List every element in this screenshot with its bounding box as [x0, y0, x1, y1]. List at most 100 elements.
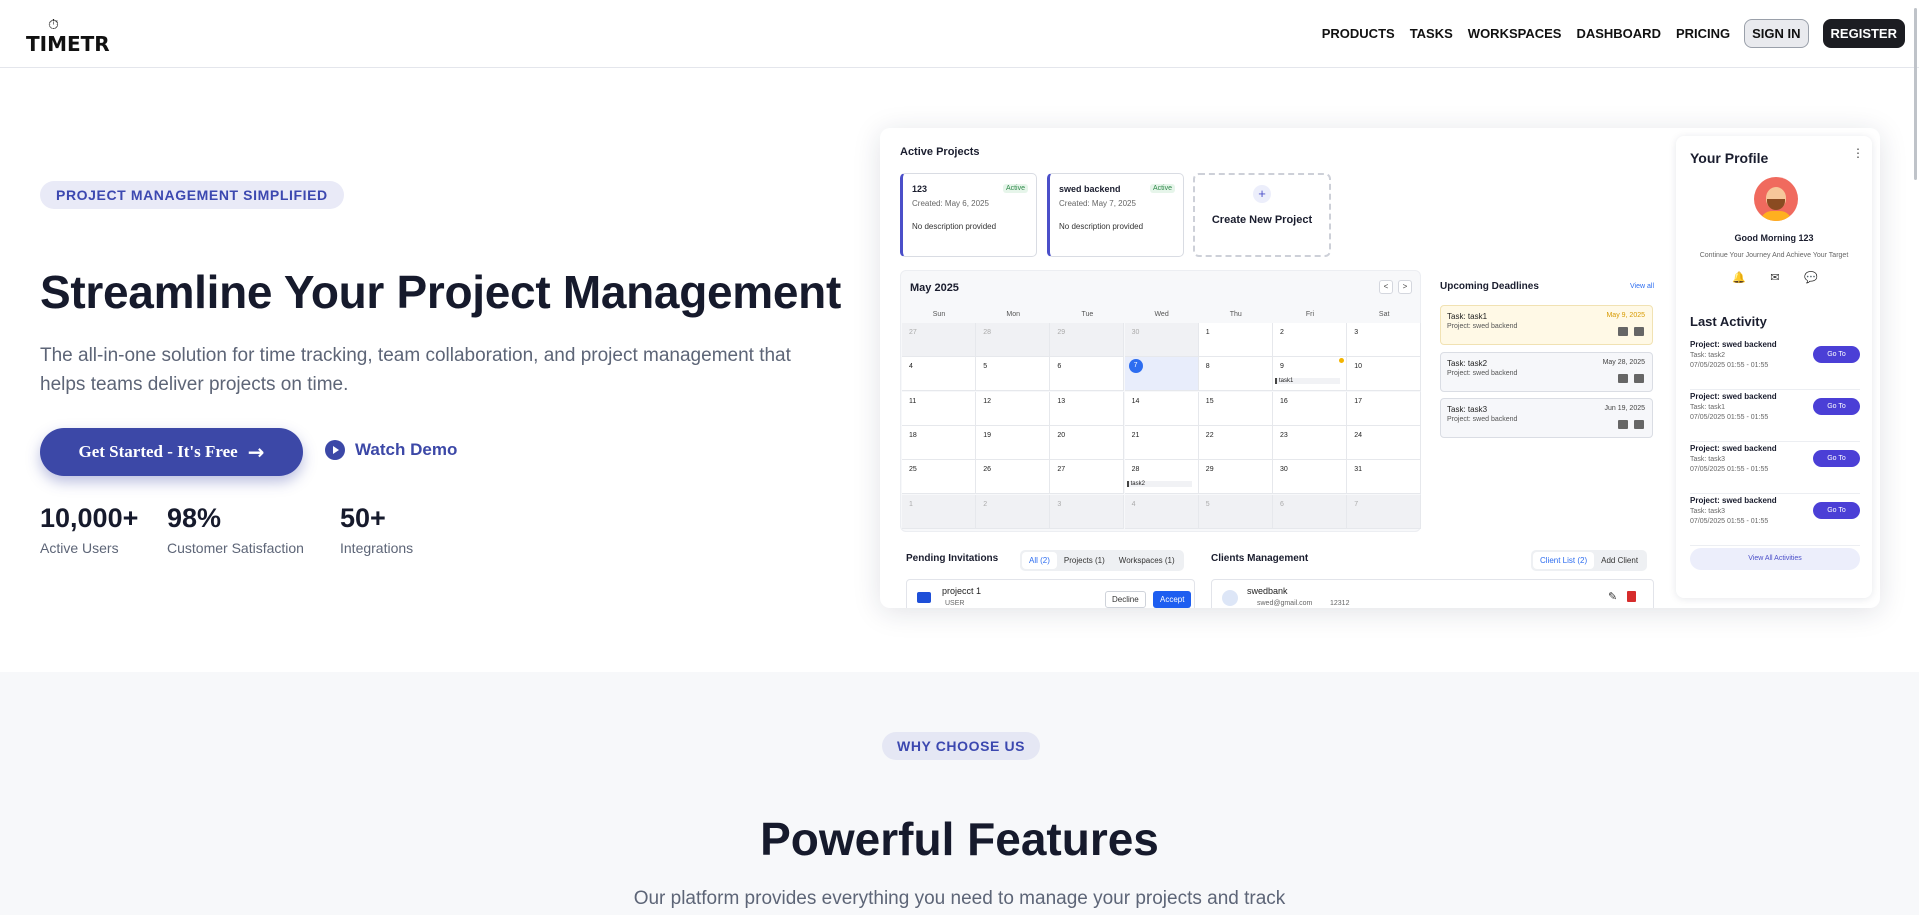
- day-number: 30: [1131, 329, 1140, 336]
- day-number: 14: [1131, 397, 1140, 405]
- invitation-tabs: All (2) Projects (1) Workspaces (1): [1020, 550, 1184, 571]
- calendar-day[interactable]: 6: [1050, 357, 1125, 392]
- calendar-day[interactable]: 27: [1050, 460, 1125, 495]
- calendar-day[interactable]: 23: [1273, 425, 1347, 460]
- create-project-button[interactable]: + Create New Project: [1193, 173, 1331, 257]
- go-to-button[interactable]: Go To: [1813, 450, 1860, 467]
- calendar-day[interactable]: 4: [1124, 494, 1199, 529]
- calendar-day[interactable]: 2: [976, 494, 1051, 529]
- go-to-button[interactable]: Go To: [1813, 346, 1860, 363]
- calendar-day[interactable]: 22: [1198, 425, 1273, 460]
- go-to-button[interactable]: Go To: [1813, 398, 1860, 415]
- edit-icon[interactable]: ✎: [1608, 590, 1617, 603]
- clipboard-icon[interactable]: [1634, 420, 1644, 429]
- nav-products[interactable]: PRODUCTS: [1322, 26, 1395, 41]
- calendar-task[interactable]: task1: [1275, 378, 1340, 385]
- folder-icon[interactable]: [1618, 420, 1628, 429]
- folder-icon[interactable]: [1618, 374, 1628, 383]
- logo[interactable]: ⏱ TIMETR: [26, 14, 110, 56]
- delete-icon[interactable]: [1627, 591, 1636, 602]
- more-options-icon[interactable]: ⋮: [1852, 146, 1864, 160]
- register-button[interactable]: REGISTER: [1822, 19, 1905, 48]
- nav-pricing[interactable]: PRICING: [1676, 26, 1730, 41]
- calendar-day[interactable]: 25: [902, 460, 976, 495]
- calendar-day[interactable]: 18: [902, 425, 976, 460]
- view-all-activities-button[interactable]: View All Activities: [1690, 548, 1860, 570]
- sign-in-button[interactable]: SIGN IN: [1744, 19, 1809, 48]
- scrollbar[interactable]: [1914, 8, 1917, 180]
- calendar-day[interactable]: 24: [1347, 425, 1422, 460]
- calendar-day[interactable]: 29: [1198, 460, 1273, 495]
- nav-dashboard[interactable]: DASHBOARD: [1576, 26, 1661, 41]
- accept-button[interactable]: Accept: [1153, 591, 1192, 608]
- day-number: 23: [1280, 431, 1288, 439]
- calendar-day[interactable]: 28: [976, 323, 1051, 357]
- tab-client-list[interactable]: Client List (2): [1533, 552, 1595, 569]
- clipboard-icon[interactable]: [1634, 327, 1644, 336]
- calendar-day[interactable]: 10: [1347, 357, 1422, 392]
- calendar-day[interactable]: 27: [902, 323, 976, 357]
- calendar-task[interactable]: task2: [1126, 481, 1192, 488]
- calendar-day[interactable]: 26: [976, 460, 1051, 495]
- day-number: 15: [1205, 397, 1214, 405]
- calendar-day[interactable]: 17: [1347, 391, 1422, 426]
- calendar-day[interactable]: 7: [1347, 494, 1422, 529]
- calendar-day[interactable]: 28 task2: [1124, 460, 1199, 495]
- calendar-month: May 2025: [910, 282, 959, 294]
- nav-workspaces[interactable]: WORKSPACES: [1468, 26, 1562, 41]
- calendar-day[interactable]: 29: [1050, 323, 1125, 357]
- nav-tasks[interactable]: TASKS: [1410, 26, 1453, 41]
- get-started-button[interactable]: Get Started - It's Free →: [40, 428, 303, 476]
- calendar-day[interactable]: 19: [976, 425, 1051, 460]
- calendar-day[interactable]: 6: [1273, 494, 1347, 529]
- calendar-day[interactable]: 2: [1273, 323, 1347, 357]
- calendar-day[interactable]: 1: [1198, 323, 1273, 357]
- bell-icon[interactable]: 🔔: [1732, 271, 1746, 284]
- calendar-day[interactable]: 14: [1124, 391, 1199, 426]
- calendar-day[interactable]: 30: [1124, 323, 1199, 357]
- calendar-day[interactable]: 30: [1273, 460, 1347, 495]
- day-number: 5: [1205, 500, 1210, 508]
- calendar-day[interactable]: 5: [976, 357, 1051, 392]
- next-month-button[interactable]: >: [1398, 280, 1412, 294]
- calendar-day[interactable]: 15: [1198, 391, 1273, 426]
- calendar-day[interactable]: 21: [1124, 425, 1199, 460]
- stat-users: 10,000+ Active Users: [40, 503, 138, 556]
- go-to-button[interactable]: Go To: [1813, 502, 1860, 519]
- calendar-day[interactable]: 3: [1347, 323, 1422, 357]
- chat-icon[interactable]: 💬: [1804, 271, 1818, 284]
- calendar-day[interactable]: 12: [976, 391, 1051, 426]
- calendar-day[interactable]: 31: [1347, 460, 1422, 495]
- decline-button[interactable]: Decline: [1105, 591, 1146, 608]
- calendar-day[interactable]: 9 task1: [1273, 357, 1347, 392]
- tab-workspaces[interactable]: Workspaces (1): [1112, 552, 1182, 569]
- calendar-day[interactable]: 4: [902, 357, 976, 392]
- weekday-label: Mon: [1006, 311, 1020, 318]
- calendar-day[interactable]: 5: [1198, 494, 1273, 529]
- tab-projects[interactable]: Projects (1): [1057, 552, 1112, 569]
- calendar-day[interactable]: 16: [1273, 391, 1347, 426]
- prev-month-button[interactable]: <: [1379, 280, 1393, 294]
- deadline-item[interactable]: Task: task2 Project: swed backend May 28…: [1440, 352, 1653, 392]
- project-description: No description provided: [1059, 222, 1144, 231]
- folder-icon[interactable]: [1618, 327, 1628, 336]
- deadline-item[interactable]: Task: task3 Project: swed backend Jun 19…: [1440, 398, 1653, 438]
- calendar-day[interactable]: 8: [1198, 357, 1273, 392]
- clipboard-icon[interactable]: [1634, 374, 1644, 383]
- weekday-label: Sun: [932, 311, 946, 318]
- watch-demo-button[interactable]: Watch Demo: [325, 440, 457, 460]
- project-card[interactable]: 123 Active Created: May 6, 2025 No descr…: [900, 173, 1037, 257]
- tab-all[interactable]: All (2): [1022, 552, 1057, 569]
- project-card[interactable]: swed backend Active Created: May 7, 2025…: [1047, 173, 1184, 257]
- calendar-day[interactable]: 20: [1050, 425, 1125, 460]
- view-all-deadlines-link[interactable]: View all: [1630, 283, 1654, 290]
- calendar-day[interactable]: 7: [1124, 357, 1199, 392]
- mail-icon[interactable]: ✉: [1770, 271, 1779, 284]
- calendar-day[interactable]: 1: [902, 494, 976, 529]
- calendar-day[interactable]: 3: [1050, 494, 1125, 529]
- tab-add-client[interactable]: Add Client: [1594, 552, 1645, 569]
- deadline-item[interactable]: Task: task1 Project: swed backend May 9,…: [1440, 305, 1653, 345]
- calendar-day[interactable]: 11: [902, 391, 976, 426]
- calendar-day[interactable]: 13: [1050, 391, 1125, 426]
- stat-value: 98%: [167, 503, 222, 533]
